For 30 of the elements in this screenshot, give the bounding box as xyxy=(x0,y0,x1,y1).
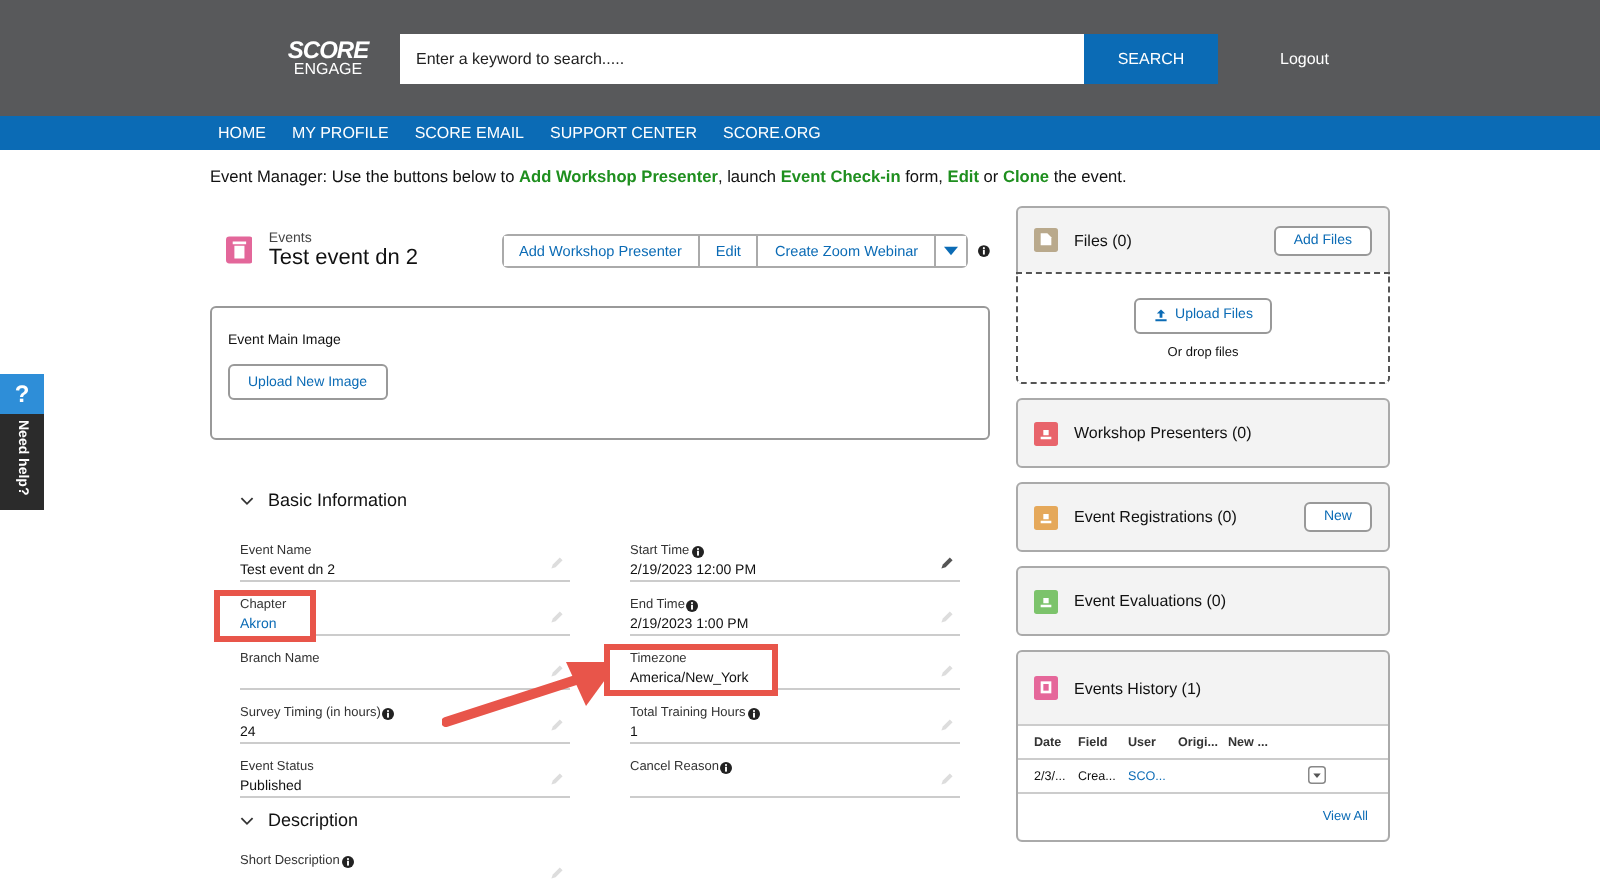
panel-title: Event Registrations (0) xyxy=(1074,508,1239,526)
info-icon[interactable] xyxy=(978,243,990,257)
nav-link[interactable]: SCORE.ORG xyxy=(723,124,821,142)
panel-title: Files (0) xyxy=(1074,231,1134,249)
section-header[interactable]: Description xyxy=(240,808,990,832)
logo[interactable]: SCORE ENGAGE xyxy=(286,38,370,78)
panel-title: Workshop Presenters (0) xyxy=(1074,424,1254,442)
search-field[interactable]: Enter a keyword to search..... xyxy=(400,33,1084,83)
logout-link[interactable]: Logout xyxy=(1280,49,1329,67)
nav-link[interactable]: MY PROFILE xyxy=(292,124,389,142)
info-icon[interactable] xyxy=(691,545,704,557)
nav-link[interactable]: HOME xyxy=(218,124,266,142)
upload-icon xyxy=(1153,308,1168,322)
nav-link[interactable]: SCORE EMAIL xyxy=(414,124,524,142)
section-header[interactable]: Basic Information xyxy=(240,488,990,512)
nav-link[interactable]: SUPPORT CENTER xyxy=(550,124,697,142)
caret-icon xyxy=(944,245,959,255)
panel-title: Events History (1) xyxy=(1074,679,1204,697)
intro-text: Event Manager: Use the buttons below to Add Workshop Presenter, launch Event Check-in form, Edit or Clone the event. xyxy=(210,166,1129,190)
info-icon[interactable] xyxy=(747,707,760,719)
search-button[interactable]: SEARCH xyxy=(1084,33,1218,83)
panel-title: Event Evaluations (0) xyxy=(1074,592,1229,610)
info-icon[interactable] xyxy=(341,855,354,867)
row-menu-icon[interactable] xyxy=(1308,765,1326,783)
info-icon[interactable] xyxy=(686,599,699,611)
record-title: Test event dn 2 xyxy=(268,245,421,269)
pencil-icon[interactable] xyxy=(940,556,954,570)
info-icon[interactable] xyxy=(720,761,733,773)
building-icon xyxy=(226,234,253,266)
info-icon[interactable] xyxy=(382,707,395,719)
